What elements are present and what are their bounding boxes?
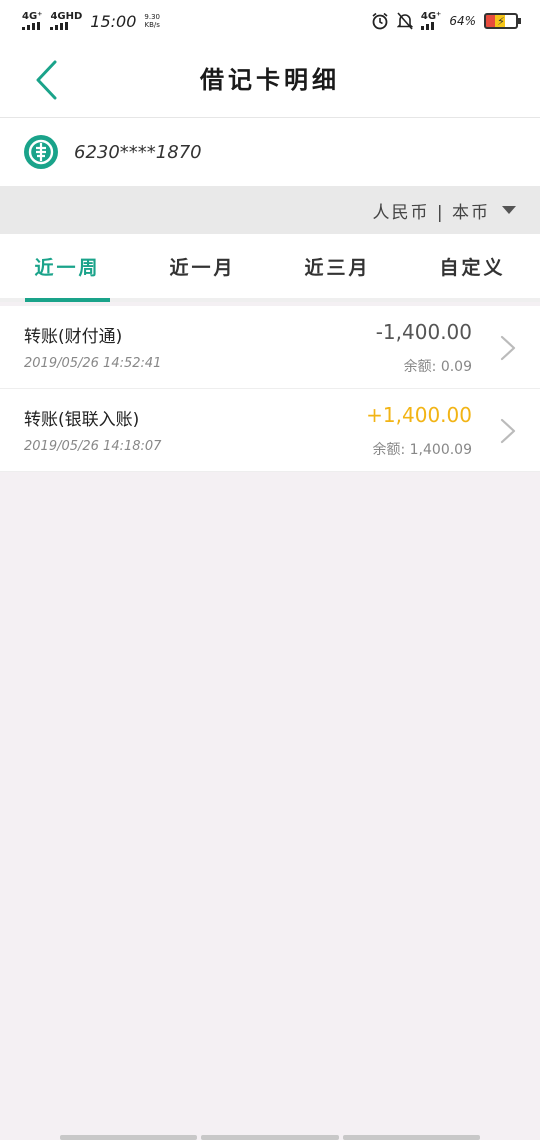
currency-selector[interactable]: 人民币 | 本币: [0, 186, 540, 234]
caret-down-icon: [502, 206, 516, 214]
list-item[interactable]: 转账(银联入账) 2019/05/26 14:18:07 +1,400.00 余…: [0, 389, 540, 472]
home-indicator[interactable]: [60, 1135, 480, 1140]
charging-bolt-icon: ⚡: [497, 14, 505, 28]
alarm-clock-icon: [372, 12, 388, 30]
transaction-balance: 余额: 0.09: [403, 359, 472, 375]
transaction-time: 2019/05/26 14:52:41: [24, 356, 162, 371]
tab-last-week[interactable]: 近一周: [0, 234, 135, 302]
transaction-balance: 余额: 1,400.09: [372, 442, 472, 458]
battery-icon: ⚡: [484, 13, 521, 29]
chevron-right-icon: [500, 335, 516, 361]
tab-last-three-months[interactable]: 近三月: [270, 234, 405, 298]
transaction-amount: +1,400.00: [366, 403, 472, 427]
transaction-title: 转账(财付通): [24, 327, 123, 347]
transaction-amount: -1,400.00: [375, 320, 472, 344]
tab-custom[interactable]: 自定义: [405, 234, 540, 298]
signal-indicator-2: 4GHD: [50, 12, 82, 30]
bell-muted-icon: [396, 12, 413, 30]
period-tabs: 近一周 近一月 近三月 自定义: [0, 234, 540, 302]
list-item[interactable]: 转账(财付通) 2019/05/26 14:52:41 -1,400.00 余额…: [0, 306, 540, 389]
currency-label: 人民币 | 本币: [372, 202, 490, 223]
transaction-title: 转账(银联入账): [24, 410, 140, 430]
battery-percent: 64%: [449, 14, 476, 28]
wifi-arrows-icon: [420, 22, 434, 30]
chevron-right-icon: [500, 418, 516, 444]
nav-bar: 借记卡明细: [0, 42, 540, 118]
transaction-list: 转账(财付通) 2019/05/26 14:52:41 -1,400.00 余额…: [0, 306, 540, 472]
card-info: 6230****1870: [0, 118, 540, 186]
signal-indicator-1: 4G⁺: [22, 12, 42, 30]
status-bar: 4G⁺ 4GHD 15:00 9.30 KB/s 4G⁺ 64% ⚡: [0, 0, 540, 42]
tab-last-month[interactable]: 近一月: [135, 234, 270, 298]
card-number: 6230****1870: [74, 141, 202, 163]
signal-bars-icon: [50, 22, 69, 30]
signal-indicator-3: 4G⁺: [420, 12, 441, 30]
signal-bars-icon: [22, 22, 40, 30]
bank-logo-icon: [24, 135, 58, 169]
clock-time: 15:00: [90, 11, 137, 31]
network-speed: 9.30 KB/s: [144, 13, 160, 29]
transaction-time: 2019/05/26 14:18:07: [24, 439, 162, 454]
page-title: 借记卡明细: [200, 66, 340, 94]
